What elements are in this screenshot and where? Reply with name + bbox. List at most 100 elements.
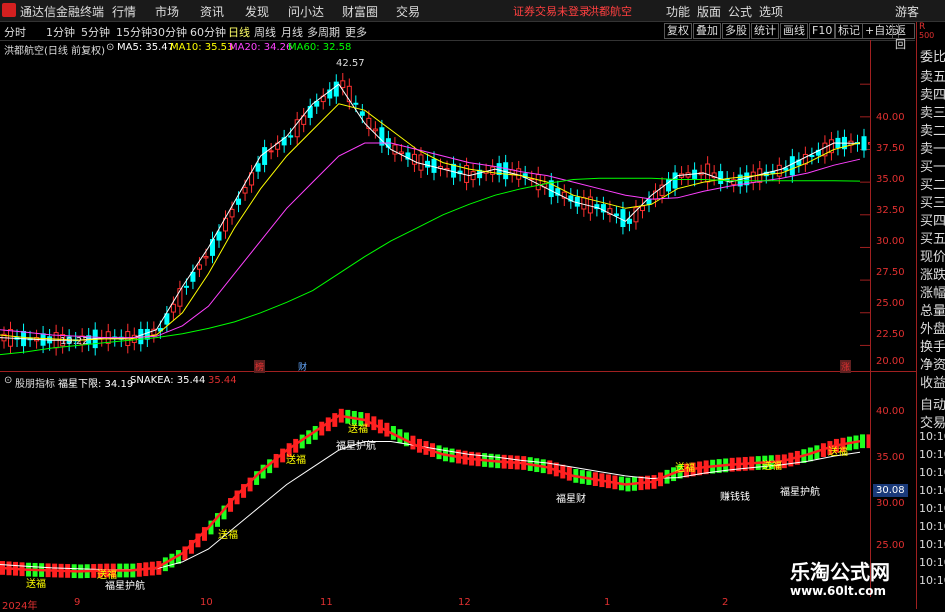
panel-item[interactable]: 买一 <box>920 156 945 175</box>
candle[interactable] <box>203 256 209 259</box>
period-tab[interactable]: 15分钟 <box>116 24 152 40</box>
menu-market[interactable]: 行情 <box>112 3 136 20</box>
period-tab[interactable]: 周线 <box>254 24 276 40</box>
candle[interactable] <box>294 119 300 138</box>
draw-button[interactable]: 画线 <box>780 23 808 39</box>
candle[interactable] <box>574 196 580 207</box>
panel-time: 10:10 <box>919 430 945 443</box>
candle[interactable] <box>183 285 189 288</box>
candle[interactable] <box>288 135 294 138</box>
period-tab[interactable]: 月线 <box>281 24 303 40</box>
candle[interactable] <box>783 167 789 171</box>
panel-item[interactable]: 卖一 <box>920 138 945 157</box>
menu-discover[interactable]: 发现 <box>245 3 269 20</box>
candle[interactable] <box>372 128 378 132</box>
panel-item[interactable]: 涨幅 <box>920 282 945 301</box>
panel-item[interactable]: 收益 <box>920 372 945 391</box>
candle[interactable] <box>255 163 261 172</box>
period-tab[interactable]: 多周期 <box>307 24 340 40</box>
candle[interactable] <box>718 171 724 185</box>
candle[interactable] <box>262 147 268 165</box>
back-button[interactable]: 返回 <box>892 23 915 51</box>
candle[interactable] <box>809 154 815 158</box>
candle[interactable] <box>144 328 150 340</box>
candle[interactable] <box>581 197 587 210</box>
menu-ask[interactable]: 问小达 <box>288 3 324 20</box>
candle[interactable] <box>268 150 274 153</box>
user-label[interactable]: 游客 <box>895 3 919 20</box>
candle[interactable] <box>242 187 248 194</box>
period-tab[interactable]: 60分钟 <box>190 24 226 40</box>
f10-button[interactable]: F10 <box>809 23 836 39</box>
menu-news[interactable]: 资讯 <box>200 3 224 20</box>
candle[interactable] <box>418 154 424 171</box>
candle[interactable] <box>333 81 339 97</box>
period-tab[interactable]: 5分钟 <box>81 24 110 40</box>
period-tab[interactable]: 分时 <box>4 24 26 40</box>
panel-item[interactable]: 总量 <box>920 300 945 319</box>
mark-button[interactable]: 标记 <box>835 23 863 39</box>
panel-item[interactable]: 自动 <box>920 394 945 413</box>
adjust-button[interactable]: 复权 <box>664 23 692 39</box>
panel-item[interactable]: 换手 <box>920 336 945 355</box>
candle[interactable] <box>503 162 509 180</box>
multi-stock-button[interactable]: 多股 <box>722 23 750 39</box>
candle[interactable] <box>672 172 678 189</box>
candle[interactable] <box>626 218 632 224</box>
period-tab-daily[interactable]: 日线 <box>228 24 250 40</box>
candle[interactable] <box>353 102 359 105</box>
candle[interactable] <box>216 231 222 241</box>
login-warning[interactable]: 证券交易未登录 <box>513 3 590 19</box>
candle[interactable] <box>516 168 522 180</box>
indicator-chart[interactable] <box>0 372 870 597</box>
candle[interactable] <box>451 163 457 178</box>
period-tab[interactable]: 1分钟 <box>46 24 75 40</box>
period-tab[interactable]: 30分钟 <box>151 24 187 40</box>
candle[interactable] <box>535 174 541 191</box>
period-more[interactable]: 更多 <box>345 24 367 40</box>
candle[interactable] <box>411 153 417 165</box>
menu-trade[interactable]: 交易 <box>396 3 420 20</box>
candle[interactable] <box>229 208 235 218</box>
candle[interactable] <box>776 164 782 177</box>
candle[interactable] <box>646 198 652 205</box>
menu-layout[interactable]: 版面 <box>697 3 721 20</box>
panel-item[interactable]: 交易 <box>920 412 945 431</box>
panel-item[interactable]: 卖二 <box>920 120 945 139</box>
panel-item[interactable]: 卖四 <box>920 84 945 103</box>
panel-item[interactable]: 卖五 <box>920 66 945 85</box>
panel-item[interactable]: 买二 <box>920 174 945 193</box>
candle[interactable] <box>398 151 404 155</box>
candle[interactable] <box>477 169 483 179</box>
candle[interactable] <box>470 171 476 181</box>
candle[interactable] <box>196 264 202 270</box>
menu-exchange[interactable]: 市场 <box>155 3 179 20</box>
menu-function[interactable]: 功能 <box>666 3 690 20</box>
kline-chart[interactable] <box>0 40 870 370</box>
panel-item[interactable]: 现价 <box>920 246 945 265</box>
candle[interactable] <box>613 213 619 217</box>
candle[interactable] <box>861 136 867 151</box>
panel-item[interactable]: 净资 <box>920 354 945 373</box>
candle[interactable] <box>639 205 645 212</box>
panel-item[interactable]: 卖三 <box>920 102 945 121</box>
panel-item[interactable]: 买五 <box>920 228 945 247</box>
menu-options[interactable]: 选项 <box>759 3 783 20</box>
candle[interactable] <box>789 156 795 176</box>
overlay-button[interactable]: 叠加 <box>693 23 721 39</box>
panel-item[interactable]: 买三 <box>920 192 945 211</box>
candle[interactable] <box>620 209 626 228</box>
candle[interactable] <box>431 158 437 173</box>
candle[interactable] <box>170 303 176 313</box>
panel-item[interactable]: 买四 <box>920 210 945 229</box>
panel-item[interactable]: 涨跌 <box>920 264 945 283</box>
menu-formula[interactable]: 公式 <box>728 3 752 20</box>
candle[interactable] <box>236 198 242 205</box>
panel-item[interactable]: 外盘 <box>920 318 945 337</box>
candle[interactable] <box>359 111 365 116</box>
candle[interactable] <box>424 160 430 168</box>
panel-item[interactable]: 委比 <box>920 46 945 65</box>
candle[interactable] <box>340 80 346 89</box>
menu-wealth[interactable]: 财富圈 <box>342 3 378 20</box>
stats-button[interactable]: 统计 <box>751 23 779 39</box>
